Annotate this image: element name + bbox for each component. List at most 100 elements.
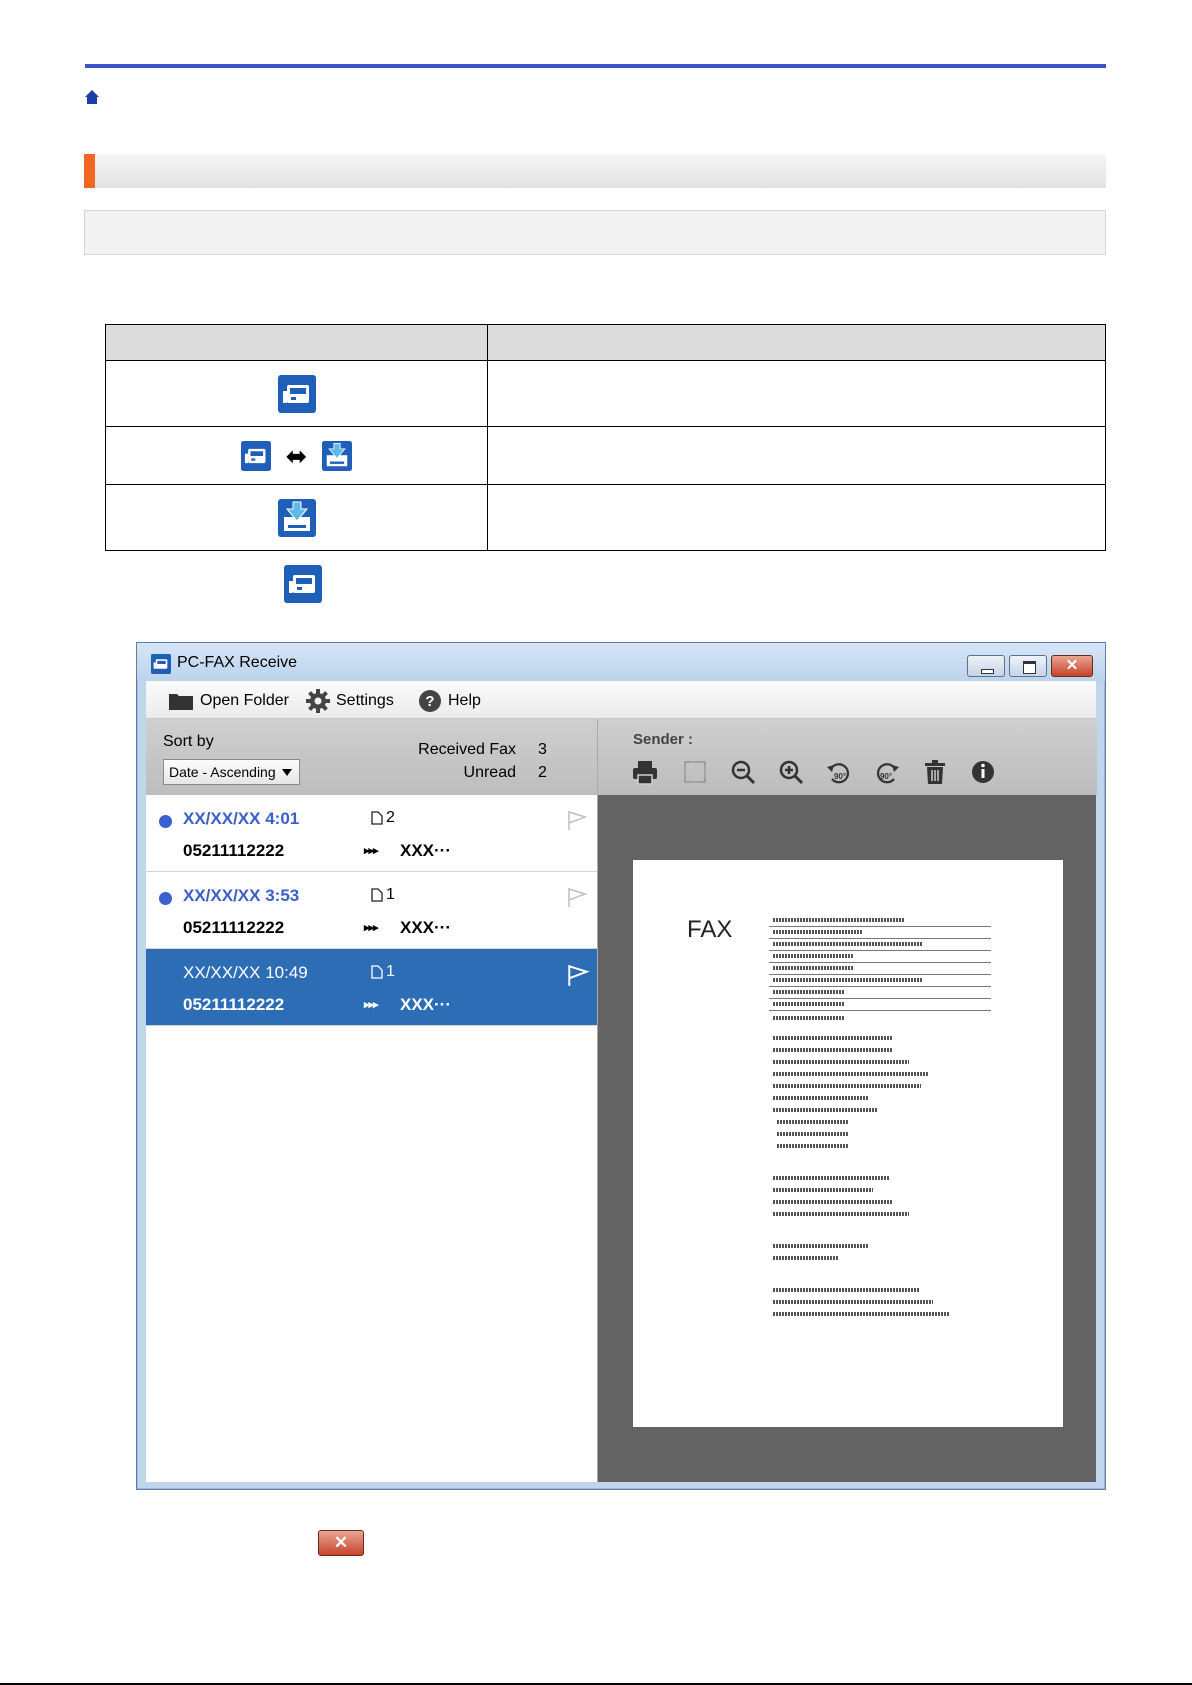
table-cell-description (487, 426, 1106, 485)
home-icon[interactable] (84, 89, 100, 105)
flag-icon[interactable] (566, 963, 590, 987)
page-icon (371, 965, 383, 979)
open-folder-label: Open Folder (200, 692, 289, 709)
received-fax-count: 3 (538, 741, 547, 758)
fax-number: 05211112222 (183, 841, 285, 860)
rotate-left-90-icon[interactable]: 90° (824, 757, 854, 787)
fax-rule (769, 998, 991, 999)
pc-fax-receive-window: PC-FAX Receive ✕ Open Folder Settings ? … (136, 642, 1106, 1490)
fax-rule (769, 1010, 991, 1011)
fit-icon[interactable] (680, 757, 710, 787)
page-icon (371, 811, 383, 825)
table-header-cell (105, 324, 488, 361)
fax-pages: 1 (371, 963, 395, 981)
delete-icon[interactable] (920, 757, 950, 787)
pc-fax-received-icon (277, 498, 316, 537)
top-rule (85, 64, 1106, 68)
fax-text-line (773, 1072, 929, 1076)
menu-bar: Open Folder Settings ? Help (146, 681, 1096, 719)
fax-text-line (773, 1300, 933, 1304)
fax-list-item-selected[interactable]: XX/XX/XX 10:49 1 05211112222 ▸▸▸ XXX··· (146, 949, 597, 1026)
flag-icon[interactable] (566, 809, 588, 831)
table-cell-description (487, 484, 1106, 551)
fax-list-pane: Sort by Date - Ascending Received Fax 3 … (146, 719, 597, 1482)
fax-page-heading: FAX (687, 916, 733, 943)
gear-icon (306, 689, 330, 713)
settings-button[interactable]: Settings (306, 689, 394, 713)
sort-dropdown[interactable]: Date - Ascending (163, 759, 300, 785)
rotate-text: 90° (880, 772, 892, 781)
fax-text-line (773, 918, 905, 922)
fax-text-line (773, 1212, 909, 1216)
list-header: Sort by Date - Ascending Received Fax 3 … (146, 719, 597, 795)
fax-pages: 2 (371, 809, 395, 827)
sender-label: Sender : (633, 731, 694, 748)
fax-text-line (777, 1144, 849, 1148)
fax-rule (769, 986, 991, 987)
close-button-image: ✕ (318, 1530, 364, 1556)
fax-text-line (773, 1244, 869, 1248)
fax-rule (769, 950, 991, 951)
fax-list-item[interactable]: XX/XX/XX 3:53 1 05211112222 ▸▸▸ XXX··· (146, 872, 597, 949)
zoom-in-icon[interactable] (776, 757, 806, 787)
fax-rule (769, 974, 991, 975)
folder-icon (169, 694, 193, 710)
arrow-icon: ▸▸▸ (364, 999, 379, 1011)
fax-text-line (777, 1120, 849, 1124)
help-button[interactable]: ? Help (418, 689, 481, 713)
page-icon (371, 888, 383, 902)
fax-text-line (773, 930, 863, 934)
close-button[interactable]: ✕ (1051, 655, 1093, 677)
fax-list-item[interactable]: XX/XX/XX 4:01 2 05211112222 ▸▸▸ XXX··· (146, 795, 597, 872)
fax-text-line (773, 1048, 893, 1052)
window-title: PC-FAX Receive (177, 654, 298, 671)
svg-text:?: ? (425, 693, 434, 710)
close-icon: ✕ (333, 1533, 349, 1552)
pc-fax-receive-icon (277, 374, 316, 413)
maximize-button[interactable] (1009, 655, 1047, 677)
table-cell-description (487, 360, 1106, 427)
fax-text-line (773, 966, 853, 970)
pc-fax-received-icon (321, 440, 352, 471)
fax-page-count: 2 (386, 809, 395, 826)
help-label: Help (448, 692, 481, 709)
zoom-out-icon[interactable] (728, 757, 758, 787)
fax-text-line (773, 1176, 889, 1180)
settings-label: Settings (336, 692, 394, 709)
minimize-button[interactable] (967, 655, 1005, 677)
fax-text-line (777, 1132, 849, 1136)
fax-text-line (773, 1312, 949, 1316)
fax-text-line (773, 1060, 909, 1064)
fax-rule (769, 962, 991, 963)
preview-toolbar: Sender : 90° 90° (598, 719, 1097, 795)
fax-sender: XXX··· (400, 841, 451, 860)
unread-count: 2 (538, 764, 547, 781)
open-folder-button[interactable]: Open Folder (168, 689, 289, 713)
fax-text-line (773, 990, 845, 994)
fax-date: XX/XX/XX 10:49 (183, 963, 308, 982)
flag-icon[interactable] (566, 886, 588, 908)
fax-text-line (773, 1096, 869, 1100)
unread-dot-icon (159, 815, 172, 828)
rotate-text: 90° (834, 772, 846, 781)
unread-label: Unread (463, 764, 516, 781)
rotate-right-90-icon[interactable]: 90° (872, 757, 902, 787)
fax-page-count: 1 (386, 963, 395, 980)
help-icon: ? (419, 690, 441, 712)
fax-text-line (773, 1016, 845, 1020)
print-icon[interactable] (630, 757, 660, 787)
table-cell-icon (105, 360, 488, 427)
fax-number: 05211112222 (183, 918, 285, 937)
fax-number: 05211112222 (183, 995, 285, 1014)
table-header-cell (487, 324, 1106, 361)
arrow-icon: ▸▸▸ (364, 922, 379, 934)
heading-accent (84, 154, 95, 188)
fax-page-preview: FAX (633, 860, 1063, 1427)
received-fax-label: Received Fax (418, 741, 516, 758)
fax-rule (769, 938, 991, 939)
fax-date: XX/XX/XX 3:53 (183, 886, 300, 905)
info-icon[interactable] (968, 757, 998, 787)
section-heading (84, 154, 1106, 188)
close-icon: ✕ (1065, 657, 1079, 674)
pc-fax-receive-icon (151, 654, 171, 674)
